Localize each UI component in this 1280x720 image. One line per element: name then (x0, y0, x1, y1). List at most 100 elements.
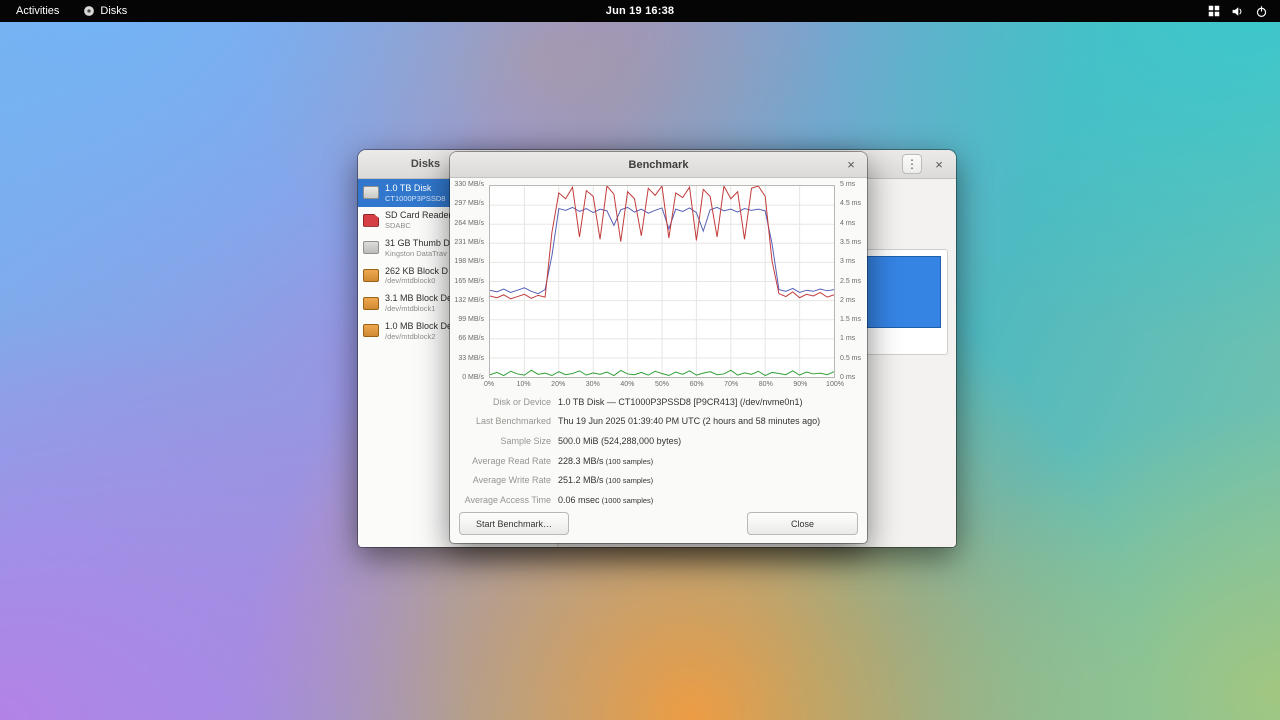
chart-plot-area (489, 185, 835, 378)
benchmark-dialog-title: Benchmark (450, 159, 867, 171)
y-axis-right: 5 ms4.5 ms4 ms3.5 ms3 ms2.5 ms2 ms1.5 ms… (840, 185, 867, 378)
detail-row: Average Read Rate 228.3 MB/s (100 samples… (450, 451, 867, 471)
power-icon (1255, 5, 1268, 18)
y-axis-left-tick: 132 MB/s (454, 297, 484, 304)
x-axis-tick: 10% (517, 381, 531, 388)
x-axis-tick: 70% (724, 381, 738, 388)
y-axis-right-tick: 1 ms (840, 335, 855, 342)
detail-note: (100 samples) (604, 476, 654, 485)
x-axis-tick: 60% (690, 381, 704, 388)
disk-labels: 1.0 MB Block De/dev/mtdblock2 (385, 321, 452, 341)
block-device-icon (363, 324, 379, 337)
y-axis-left-tick: 297 MB/s (454, 200, 484, 207)
focused-app-name: Disks (100, 5, 127, 17)
disk-labels: 1.0 TB DiskCT1000P3PSSD8 (385, 183, 445, 203)
detail-value: 0.06 msec (1000 samples) (558, 495, 653, 505)
dialog-button-row: Start Benchmark… Close (459, 512, 858, 535)
y-axis-right-tick: 1.5 ms (840, 316, 861, 323)
close-button[interactable]: Close (747, 512, 858, 535)
disk-detail: CT1000P3PSSD8 (385, 194, 445, 203)
detail-label: Average Read Rate (450, 456, 551, 466)
disk-labels: SD Card ReaderSDABC (385, 210, 452, 230)
disk-detail: /dev/mtdblock0 (385, 276, 448, 285)
detail-label: Sample Size (450, 436, 551, 446)
detail-value: 251.2 MB/s (100 samples) (558, 475, 653, 485)
detail-row: Disk or Device 1.0 TB Disk — CT1000P3PSSD… (450, 392, 867, 412)
x-axis-tick: 20% (551, 381, 565, 388)
y-axis-left-tick: 33 MB/s (458, 355, 484, 362)
y-axis-left-tick: 165 MB/s (454, 278, 484, 285)
detail-row: Average Access Time 0.06 msec (1000 sampl… (450, 490, 867, 510)
disk-labels: 3.1 MB Block De/dev/mtdblock1 (385, 293, 452, 313)
disk-detail: /dev/mtdblock2 (385, 332, 452, 341)
disk-labels: 262 KB Block D/dev/mtdblock0 (385, 266, 448, 286)
detail-value: 228.3 MB/s (100 samples) (558, 456, 653, 466)
y-axis-left-tick: 231 MB/s (454, 239, 484, 246)
detail-note: (1000 samples) (600, 496, 654, 505)
hard-drive-icon (363, 186, 379, 199)
benchmark-close-icon-button[interactable]: × (841, 154, 861, 174)
disk-detail: Kingston DataTrav (385, 249, 450, 258)
sd-card-icon (363, 214, 379, 227)
detail-label: Average Access Time (450, 495, 551, 505)
disks-close-button[interactable]: × (929, 154, 949, 174)
y-axis-right-tick: 2.5 ms (840, 278, 861, 285)
x-axis-tick: 50% (655, 381, 669, 388)
disk-name: 1.0 MB Block De (385, 321, 452, 332)
disk-detail: SDABC (385, 221, 452, 230)
detail-row: Last Benchmarked Thu 19 Jun 2025 01:39:40… (450, 412, 867, 432)
disk-name: 31 GB Thumb D (385, 238, 450, 249)
detail-row: Average Write Rate 251.2 MB/s (100 sample… (450, 470, 867, 490)
y-axis-left: 330 MB/s297 MB/s264 MB/s231 MB/s198 MB/s… (450, 185, 486, 378)
detail-label: Average Write Rate (450, 475, 551, 485)
app-menu-button[interactable]: ⋮ (902, 154, 922, 174)
disk-labels: 31 GB Thumb DKingston DataTrav (385, 238, 450, 258)
benchmark-titlebar[interactable]: Benchmark × (450, 152, 867, 178)
start-benchmark-button[interactable]: Start Benchmark… (459, 512, 569, 535)
activities-button[interactable]: Activities (12, 0, 63, 22)
disk-name: 262 KB Block D (385, 266, 448, 277)
disks-app-icon (83, 5, 95, 17)
detail-value: 500.0 MiB (524,288,000 bytes) (558, 436, 681, 446)
detail-value: 1.0 TB Disk — CT1000P3PSSD8 [P9CR413] (/… (558, 397, 802, 407)
disk-name: 3.1 MB Block De (385, 293, 452, 304)
disk-name: SD Card Reader (385, 210, 452, 221)
x-axis-tick: 100% (826, 381, 844, 388)
clock[interactable]: Jun 19 16:38 (606, 5, 674, 17)
desktop-background: Activities Disks Jun 19 16:38 Disks (0, 0, 1280, 720)
x-axis-tick: 90% (793, 381, 807, 388)
disk-detail: /dev/mtdblock1 (385, 304, 452, 313)
x-axis-tick: 30% (586, 381, 600, 388)
x-axis-tick: 80% (759, 381, 773, 388)
y-axis-right-tick: 2 ms (840, 297, 855, 304)
detail-note: (100 samples) (604, 457, 654, 466)
top-bar: Activities Disks Jun 19 16:38 (0, 0, 1280, 22)
volume-icon (1231, 5, 1244, 18)
benchmark-details: Disk or Device 1.0 TB Disk — CT1000P3PSSD… (450, 392, 867, 510)
detail-value: Thu 19 Jun 2025 01:39:40 PM UTC (2 hours… (558, 416, 820, 426)
focused-app-indicator[interactable]: Disks (79, 0, 131, 22)
x-axis-tick: 40% (620, 381, 634, 388)
y-axis-left-tick: 330 MB/s (454, 181, 484, 188)
thumb-drive-icon (363, 241, 379, 254)
top-bar-left: Activities Disks (12, 0, 131, 22)
benchmark-chart-svg (490, 186, 834, 377)
y-axis-right-tick: 3.5 ms (840, 239, 861, 246)
y-axis-left-tick: 198 MB/s (454, 258, 484, 265)
y-axis-right-tick: 0.5 ms (840, 355, 861, 362)
y-axis-right-tick: 3 ms (840, 258, 855, 265)
benchmark-chart: 330 MB/s297 MB/s264 MB/s231 MB/s198 MB/s… (450, 178, 867, 392)
detail-label: Last Benchmarked (450, 416, 551, 426)
disk-name: 1.0 TB Disk (385, 183, 445, 194)
y-axis-left-tick: 66 MB/s (458, 335, 484, 342)
y-axis-right-tick: 4 ms (840, 220, 855, 227)
screen-grid-icon (1208, 5, 1220, 17)
block-device-icon (363, 269, 379, 282)
y-axis-right-tick: 0 ms (840, 374, 855, 381)
detail-label: Disk or Device (450, 397, 551, 407)
detail-row: Sample Size 500.0 MiB (524,288,000 bytes) (450, 431, 867, 451)
y-axis-right-tick: 4.5 ms (840, 200, 861, 207)
system-tray[interactable] (1204, 0, 1272, 22)
x-axis-tick: 0% (484, 381, 494, 388)
y-axis-left-tick: 99 MB/s (458, 316, 484, 323)
